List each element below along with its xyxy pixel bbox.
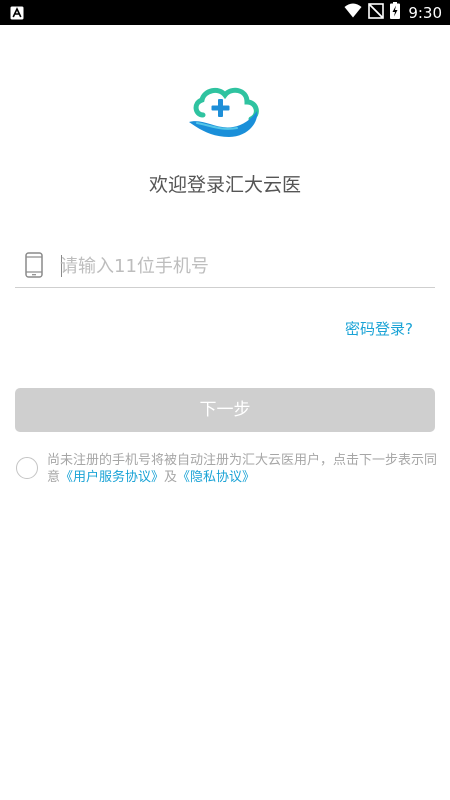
welcome-title: 欢迎登录汇大云医 bbox=[148, 174, 301, 196]
agreement-radio[interactable] bbox=[16, 457, 38, 479]
cloud-plus-logo-icon bbox=[187, 85, 265, 139]
status-bar: 9:30 bbox=[0, 0, 450, 25]
next-step-button[interactable]: 下一步 bbox=[15, 388, 435, 432]
no-signal-icon bbox=[368, 2, 385, 23]
notification-a-icon bbox=[10, 5, 24, 20]
status-time: 9:30 bbox=[408, 3, 442, 22]
password-login-link[interactable]: 密码登录? bbox=[345, 318, 413, 339]
wifi-icon bbox=[344, 3, 362, 22]
status-icons: 9:30 bbox=[344, 2, 442, 23]
mobile-phone-icon bbox=[25, 252, 43, 278]
user-service-agreement-link[interactable]: 《用户服务协议》 bbox=[60, 470, 164, 485]
agreement-text: 尚未注册的手机号将被自动注册为汇大云医用户，点击下一步表示同意《用户服务协议》及… bbox=[47, 452, 437, 486]
privacy-agreement-link[interactable]: 《隐私协议》 bbox=[177, 470, 255, 485]
phone-field-row[interactable] bbox=[15, 240, 435, 288]
phone-number-input[interactable] bbox=[60, 249, 420, 283]
agreement-conjunction: 及 bbox=[164, 470, 178, 485]
battery-charging-icon bbox=[390, 2, 401, 23]
